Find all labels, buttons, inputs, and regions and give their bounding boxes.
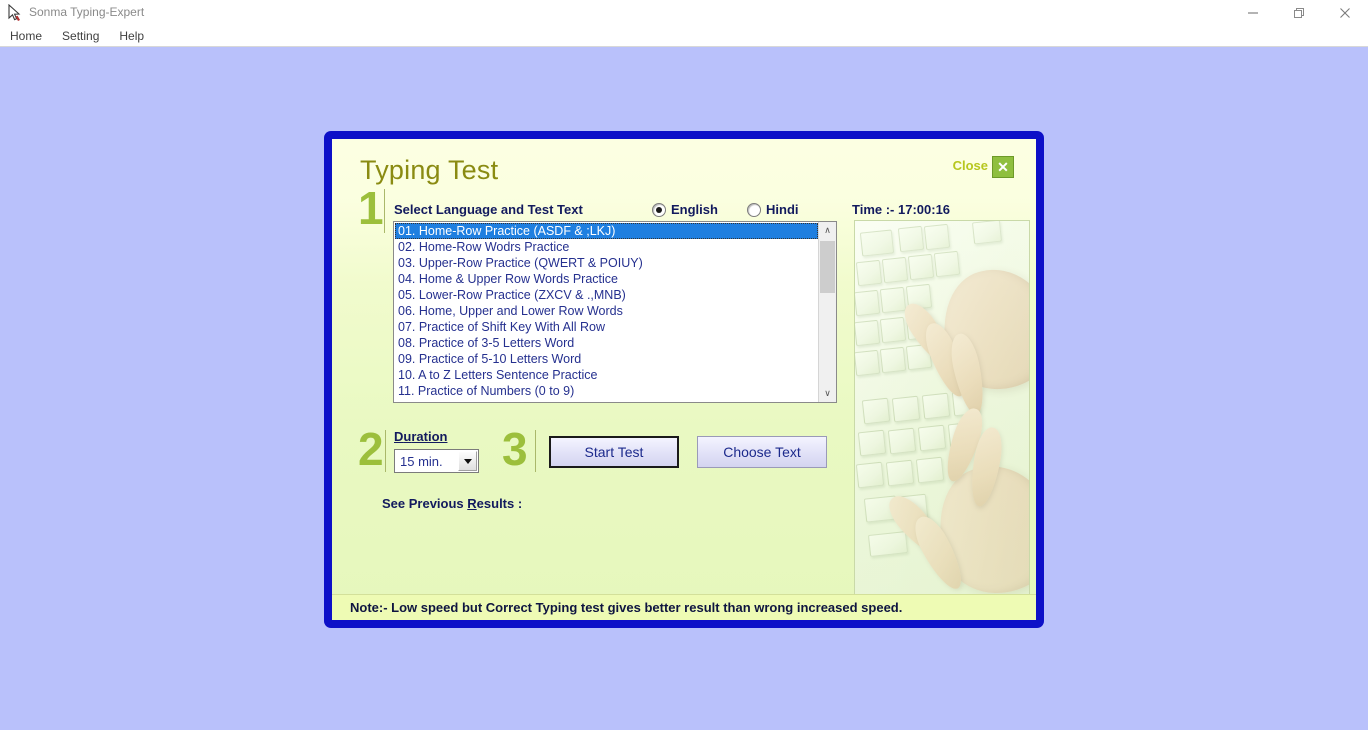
test-text-list: 01. Home-Row Practice (ASDF & ;LKJ) 02. … (394, 222, 818, 402)
list-item[interactable]: 10. A to Z Letters Sentence Practice (395, 367, 818, 383)
step-3-divider (535, 430, 536, 472)
choose-text-button[interactable]: Choose Text (697, 436, 827, 468)
time-display: Time :- 17:00:16 (852, 202, 951, 217)
step-1-number: 1 (358, 182, 384, 234)
duration-select[interactable]: 15 min. (394, 449, 479, 473)
list-item[interactable]: 04. Home & Upper Row Words Practice (395, 271, 818, 287)
application-window: Sonma Typing-Expert Home Setting Help Ty… (0, 0, 1368, 730)
list-item[interactable]: 06. Home, Upper and Lower Row Words (395, 303, 818, 319)
dialog-panel: Typing Test Close ✕ 1 Select Language an… (332, 139, 1036, 620)
window-title: Sonma Typing-Expert (29, 5, 145, 19)
radio-hindi-dot (747, 202, 761, 217)
title-bar: Sonma Typing-Expert (0, 0, 1368, 27)
list-item[interactable]: 11. Practice of Numbers (0 to 9) (395, 383, 818, 399)
duration-label-text: D (394, 429, 404, 444)
radio-english[interactable]: English (652, 202, 718, 217)
typing-test-dialog: Typing Test Close ✕ 1 Select Language an… (324, 131, 1044, 628)
previous-results-label-post: esults : (476, 496, 523, 511)
list-item[interactable]: 03. Upper-Row Practice (QWERT & POIUY) (395, 255, 818, 271)
step-2-number: 2 (358, 423, 384, 475)
chevron-down-icon[interactable] (458, 451, 477, 471)
list-item[interactable]: 01. Home-Row Practice (ASDF & ;LKJ) (395, 223, 818, 239)
window-controls (1230, 0, 1368, 26)
step-3-number: 3 (502, 423, 528, 475)
close-label[interactable]: Close (953, 158, 988, 173)
listbox-scrollbar[interactable]: ∧ ∨ (818, 222, 836, 402)
previous-results-label: See Previous Results : (382, 496, 522, 511)
start-test-button[interactable]: Start Test (549, 436, 679, 468)
menu-item-help[interactable]: Help (109, 26, 154, 46)
duration-value: 15 min. (400, 453, 443, 469)
previous-results-label-pre: See Previous (382, 496, 468, 511)
list-item[interactable]: 02. Home-Row Wodrs Practice (395, 239, 818, 255)
duration-label-rest: ration (411, 429, 448, 444)
close-button[interactable] (1322, 0, 1368, 26)
radio-hindi-label: Hindi (766, 202, 799, 217)
typing-hands-photo (854, 220, 1030, 605)
maximize-button[interactable] (1276, 0, 1322, 26)
select-language-label: Select Language and Test Text (394, 202, 583, 217)
scrollbar-thumb[interactable] (820, 241, 835, 293)
scroll-up-icon[interactable]: ∧ (819, 222, 836, 239)
app-cursor-icon (6, 3, 24, 22)
radio-hindi[interactable]: Hindi (747, 202, 799, 217)
menu-bar: Home Setting Help (0, 26, 1368, 47)
previous-results-label-underline: R (467, 496, 477, 511)
radio-english-label: English (671, 202, 718, 217)
step-1-divider (384, 189, 385, 233)
list-item[interactable]: 05. Lower-Row Practice (ZXCV & .,MNB) (395, 287, 818, 303)
duration-label: Duration (394, 429, 447, 444)
list-item[interactable]: 07. Practice of Shift Key With All Row (395, 319, 818, 335)
note-text: Note:- Low speed but Correct Typing test… (350, 600, 903, 615)
list-item[interactable]: 08. Practice of 3-5 Letters Word (395, 335, 818, 351)
minimize-button[interactable] (1230, 0, 1276, 26)
menu-item-home[interactable]: Home (0, 26, 52, 46)
scroll-down-icon[interactable]: ∨ (819, 385, 836, 402)
test-text-listbox[interactable]: 01. Home-Row Practice (ASDF & ;LKJ) 02. … (393, 221, 837, 403)
list-item[interactable]: 09. Practice of 5-10 Letters Word (395, 351, 818, 367)
radio-english-dot (652, 202, 666, 217)
menu-item-setting[interactable]: Setting (52, 26, 109, 46)
note-bar: Note:- Low speed but Correct Typing test… (332, 594, 1036, 620)
step-2-divider (385, 430, 386, 472)
close-icon[interactable]: ✕ (992, 156, 1014, 178)
